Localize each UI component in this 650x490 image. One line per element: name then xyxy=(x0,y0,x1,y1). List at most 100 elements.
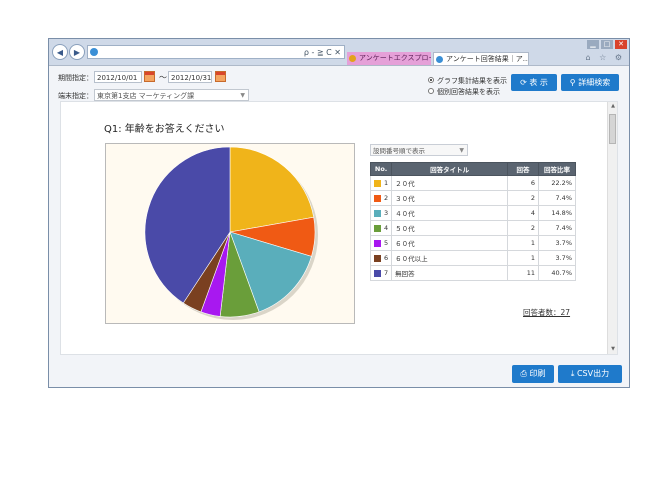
answer-count: 1 xyxy=(507,235,539,251)
forward-icon[interactable]: ▶ xyxy=(69,44,85,60)
color-swatch xyxy=(374,254,381,262)
answer-ratio: 7.4% xyxy=(538,190,576,206)
row-number-text: 1 xyxy=(384,179,389,187)
row-number: 5 xyxy=(369,235,393,251)
radio-selected-icon xyxy=(428,77,434,83)
row-number-text: 4 xyxy=(384,224,389,232)
row-number-text: 5 xyxy=(384,239,389,247)
scroll-thumb[interactable] xyxy=(609,114,616,144)
column-header: 回答比率 xyxy=(538,162,576,176)
tab-favicon-icon xyxy=(436,56,443,63)
print-button-label: 印刷 xyxy=(529,369,546,378)
csv-button[interactable]: ⤓ CSV出力 xyxy=(558,365,622,383)
row-number: 2 xyxy=(369,190,393,206)
toolbar-icons[interactable]: ⌂ ☆ ⚙ xyxy=(585,53,625,62)
print-button[interactable]: ⎙ 印刷 xyxy=(512,365,554,383)
date-from-input[interactable]: 2012/10/01 xyxy=(94,71,142,83)
radio-graph-label: グラフ集計結果を表示 xyxy=(437,77,507,85)
row-number-text: 7 xyxy=(384,269,389,277)
tab-explorer[interactable]: アンケートエクスプローラー xyxy=(347,52,431,65)
row-number: 6 xyxy=(369,250,393,266)
table-row: 5 ６０代 1 3.7% xyxy=(369,235,576,251)
print-icon: ⎙ xyxy=(520,369,527,378)
respondent-total[interactable]: 回答者数：27 xyxy=(523,307,570,318)
radio-individual[interactable]: 個別回答結果を表示 xyxy=(428,87,500,97)
order-select-value: 設問番号順で表示 xyxy=(373,147,425,155)
row-number-text: 3 xyxy=(384,209,389,217)
tab-favicon-icon xyxy=(349,55,356,62)
period-label: 期間指定： xyxy=(58,74,93,82)
row-number-text: 2 xyxy=(384,194,389,202)
answer-count: 6 xyxy=(507,175,539,191)
answer-count: 11 xyxy=(507,265,539,281)
browser-tab-bar: ◀ ▶ ρ - ≧ C ✕ アンケートエクスプローラー アンケート回答結果｜ア.… xyxy=(49,39,629,66)
csv-button-label: CSV出力 xyxy=(576,369,610,378)
browser-window: ◀ ▶ ρ - ≧ C ✕ アンケートエクスプローラー アンケート回答結果｜ア.… xyxy=(48,38,630,388)
display-button[interactable]: ⟳ 表 示 xyxy=(511,74,557,91)
pie-chart xyxy=(144,146,318,320)
detail-search-label: 詳細検索 xyxy=(578,78,611,87)
results-panel: Q1: 年齢をお答えください 設問番号順で表示 ▼ No. 回答タイトル 回答 … xyxy=(60,101,618,355)
date-to-input[interactable]: 2012/10/31 xyxy=(168,71,212,83)
answer-title: 無回答 xyxy=(391,265,508,281)
terminal-select[interactable]: 東京第1支店 マーケティング課 ▼ xyxy=(94,89,249,101)
tab-results[interactable]: アンケート回答結果｜ア... xyxy=(433,52,529,65)
table-row: 3 ４０代 4 14.8% xyxy=(369,205,576,221)
terminal-label: 端末指定： xyxy=(58,92,93,100)
color-swatch xyxy=(374,269,381,277)
page-favicon-icon xyxy=(90,48,98,56)
table-row: 2 ３０代 2 7.4% xyxy=(369,190,576,206)
answer-ratio: 3.7% xyxy=(538,250,576,266)
scroll-up-icon[interactable]: ▲ xyxy=(608,102,617,111)
scroll-down-icon[interactable]: ▼ xyxy=(608,345,617,354)
detail-search-button[interactable]: ⚲ 詳細検索 xyxy=(561,74,619,91)
table-row: 7 無回答 11 40.7% xyxy=(369,265,576,281)
minimize-icon[interactable]: ▁ xyxy=(587,40,599,49)
color-swatch xyxy=(374,179,381,187)
answer-count: 4 xyxy=(507,205,539,221)
column-header: No. xyxy=(369,162,393,176)
answer-count: 2 xyxy=(507,190,539,206)
answer-ratio: 14.8% xyxy=(538,205,576,221)
answer-title: ５０代 xyxy=(391,220,508,236)
address-tools[interactable]: ρ - ≧ C ✕ xyxy=(304,46,341,59)
answer-ratio: 40.7% xyxy=(538,265,576,281)
radio-individual-label: 個別回答結果を表示 xyxy=(437,88,500,96)
maximize-icon[interactable]: □ xyxy=(601,40,613,49)
table-row: 6 ６０代以上 1 3.7% xyxy=(369,250,576,266)
row-number: 3 xyxy=(369,205,393,221)
row-number: 7 xyxy=(369,265,393,281)
terminal-select-value: 東京第1支店 マーケティング課 xyxy=(97,92,195,100)
answer-ratio: 3.7% xyxy=(538,235,576,251)
table-row: 1 ２０代 6 22.2% xyxy=(369,175,576,191)
tab-results-label: アンケート回答結果｜ア... xyxy=(446,55,529,63)
scrollbar[interactable]: ▲ ▼ xyxy=(607,102,617,354)
color-swatch xyxy=(374,239,381,247)
answer-count: 1 xyxy=(507,250,539,266)
calendar-icon[interactable] xyxy=(144,71,155,82)
color-swatch xyxy=(374,209,381,217)
column-header: 回答 xyxy=(507,162,539,176)
order-select[interactable]: 設問番号順で表示 ▼ xyxy=(370,144,468,156)
address-bar[interactable]: ρ - ≧ C ✕ xyxy=(87,45,345,59)
display-button-label: 表 示 xyxy=(529,78,548,87)
pie-chart-box xyxy=(105,143,355,324)
answer-title: ３０代 xyxy=(391,190,508,206)
answer-count: 2 xyxy=(507,220,539,236)
back-icon[interactable]: ◀ xyxy=(52,44,68,60)
chevron-down-icon: ▼ xyxy=(459,147,464,154)
row-number: 4 xyxy=(369,220,393,236)
close-icon[interactable]: ✕ xyxy=(615,40,627,49)
column-header: 回答タイトル xyxy=(391,162,508,176)
search-icon: ⚲ xyxy=(569,78,576,87)
answer-title: ４０代 xyxy=(391,205,508,221)
refresh-icon: ⟳ xyxy=(520,78,527,87)
table-header-row: No. 回答タイトル 回答 回答比率 xyxy=(369,162,576,176)
row-number: 1 xyxy=(369,175,393,191)
calendar-icon[interactable] xyxy=(215,71,226,82)
question-title: Q1: 年齢をお答えください xyxy=(104,124,225,135)
answer-ratio: 7.4% xyxy=(538,220,576,236)
radio-graph[interactable]: グラフ集計結果を表示 xyxy=(428,76,507,86)
answer-title: ６０代 xyxy=(391,235,508,251)
radio-unselected-icon xyxy=(428,88,434,94)
